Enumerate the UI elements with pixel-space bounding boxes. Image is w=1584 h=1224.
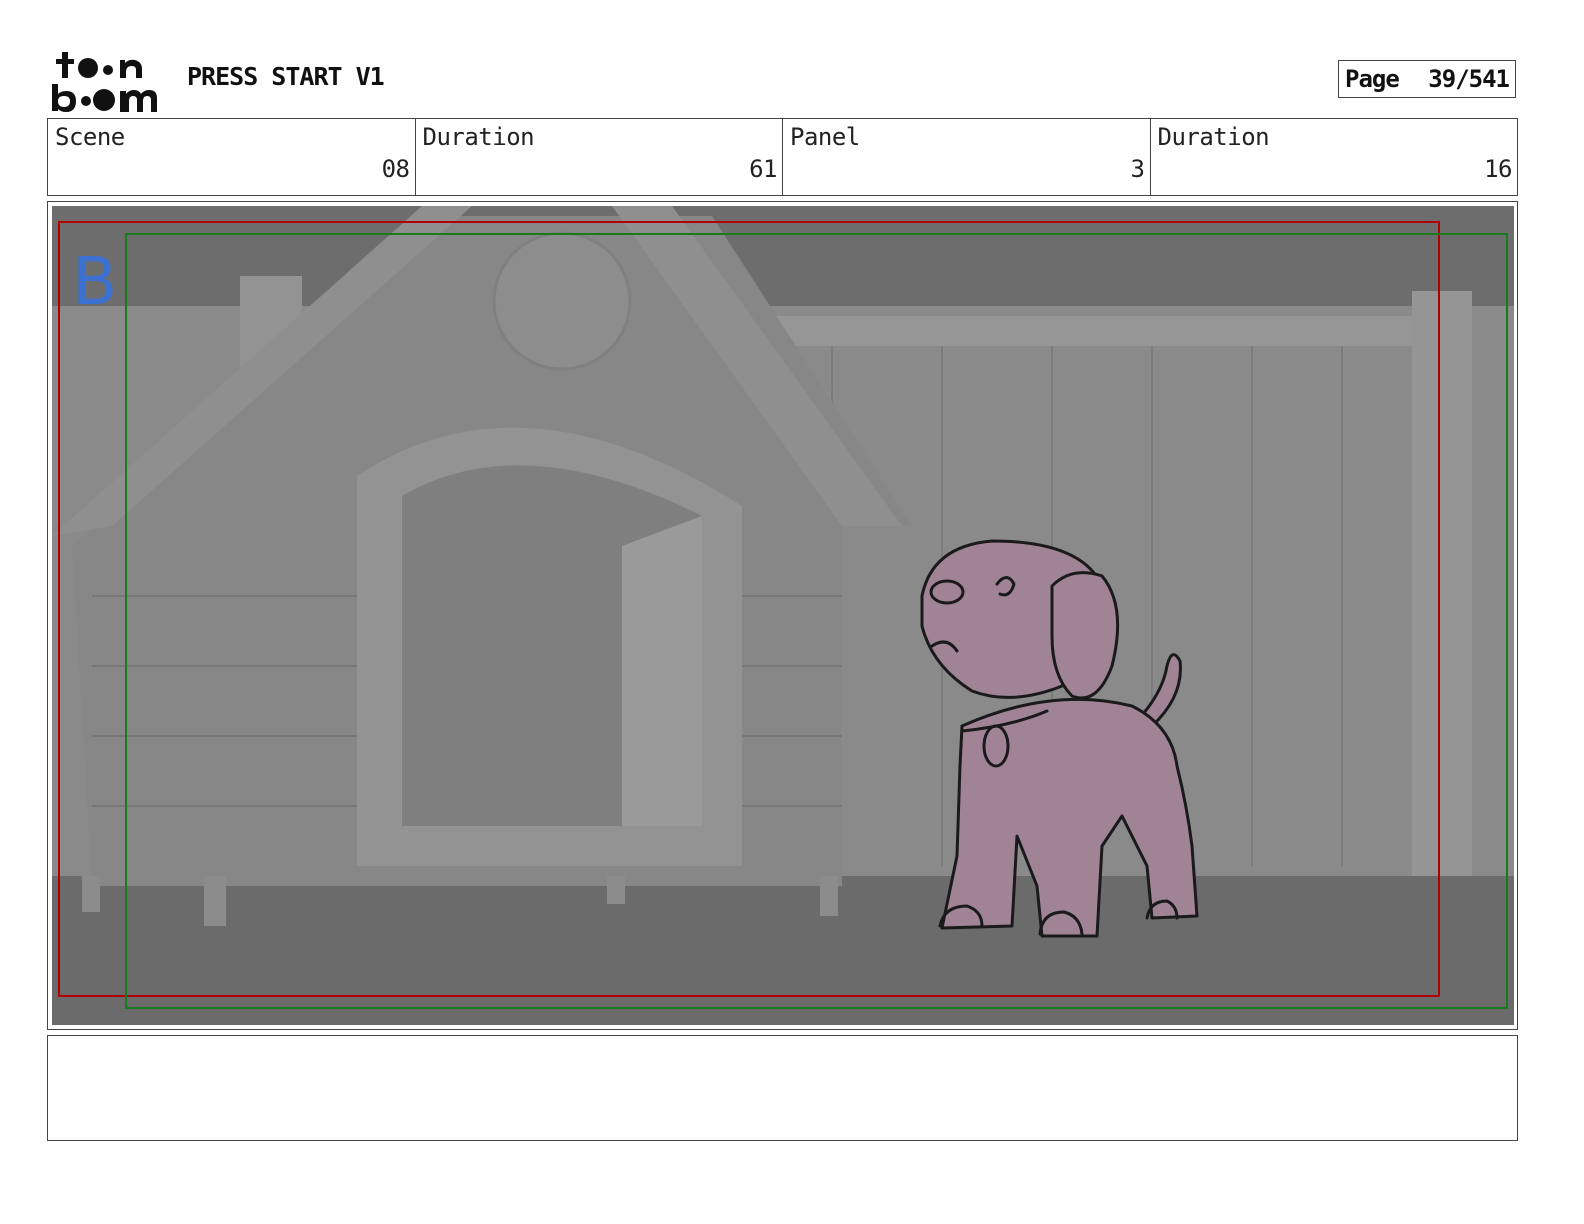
page-number: 39/541: [1428, 65, 1510, 93]
panel-duration-cell: Duration 16: [1151, 119, 1518, 195]
toon-boom-logo: [52, 52, 157, 112]
panel-value: 3: [1130, 155, 1145, 183]
scene-duration-label: Duration: [422, 123, 535, 151]
panel-notes-box: [47, 1035, 1518, 1141]
scene-cell: Scene 08: [48, 119, 416, 195]
scene-duration-value: 61: [749, 155, 777, 183]
page-indicator: Page 39/541: [1338, 60, 1516, 98]
panel-cell: Panel 3: [783, 119, 1151, 195]
scene-label: Scene: [55, 123, 125, 151]
scene-duration-cell: Duration 61: [416, 119, 783, 195]
page-label: Page: [1345, 65, 1400, 93]
panel-label: Panel: [790, 123, 860, 151]
project-title: PRESS START V1: [187, 62, 385, 91]
scene-value: 08: [381, 155, 410, 183]
panel-duration-value: 16: [1484, 155, 1512, 183]
panel-duration-label: Duration: [1157, 123, 1270, 151]
layer-letter: B: [72, 243, 117, 320]
panel-image: B: [52, 206, 1514, 1025]
scene-info-table: Scene 08 Duration 61 Panel 3 Duration 16: [47, 118, 1518, 196]
